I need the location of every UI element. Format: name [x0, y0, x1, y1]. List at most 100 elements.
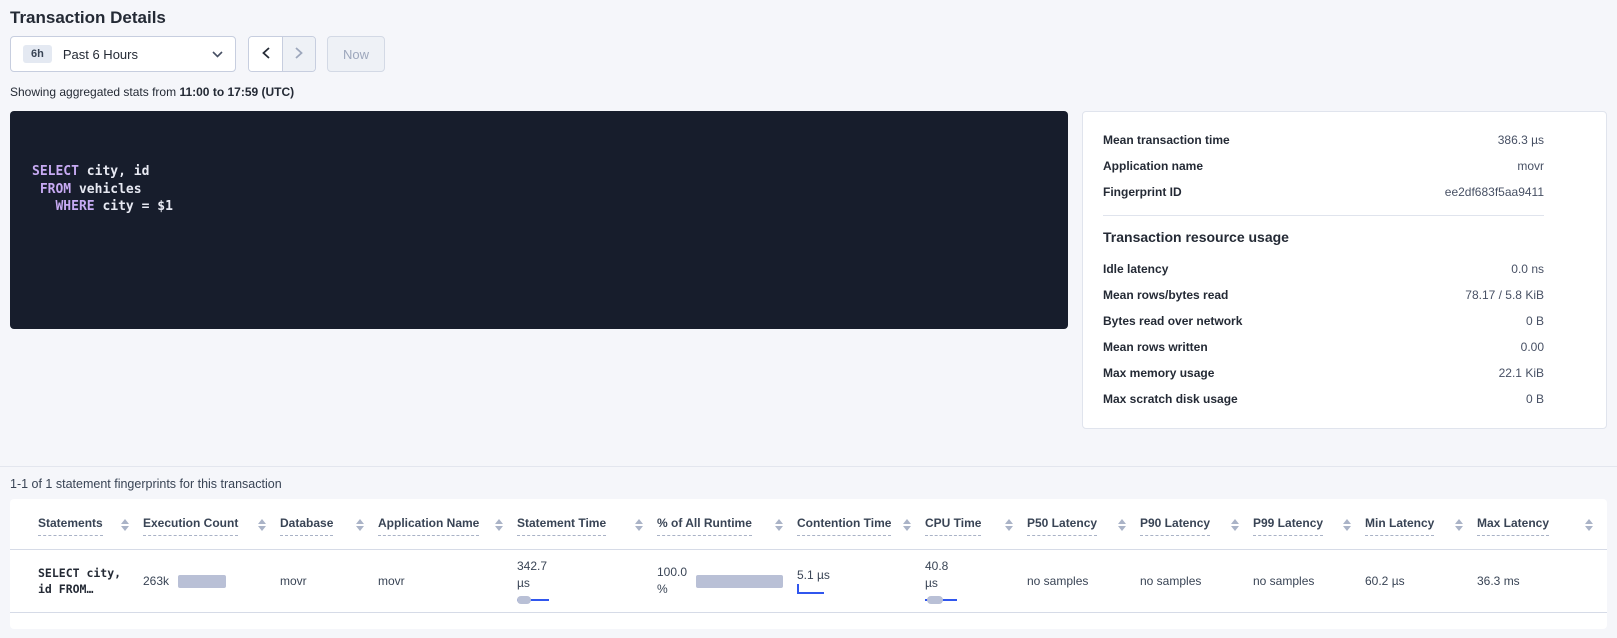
- fingerprints-caption: 1-1 of 1 statement fingerprints for this…: [10, 477, 1607, 491]
- summary-row-label: Max scratch disk usage: [1103, 392, 1238, 406]
- sort-icon[interactable]: [1343, 519, 1351, 531]
- column-header-p99-latency[interactable]: P99 Latency: [1253, 499, 1365, 550]
- summary-row: Idle latency 0.0 ns: [1083, 256, 1606, 282]
- column-header-statement-time[interactable]: Statement Time: [517, 499, 657, 550]
- pct-runtime-unit: %: [657, 581, 687, 598]
- prev-time-button[interactable]: [249, 37, 282, 71]
- statement-time-unit: µs: [517, 575, 643, 592]
- cell-cpu-time: 40.8 µs: [925, 550, 1027, 613]
- sql-code: SELECT city, id FROM vehicles WHERE city…: [32, 163, 1046, 216]
- summary-row-label: Mean rows written: [1103, 340, 1208, 354]
- summary-row-value: 386.3 µs: [1498, 133, 1544, 147]
- column-header-contention-time[interactable]: Contention Time: [797, 499, 925, 550]
- summary-row-label: Fingerprint ID: [1103, 185, 1182, 199]
- statements-table-card: StatementsExecution Count Database Applica…: [10, 499, 1607, 629]
- summary-row-label: Mean transaction time: [1103, 133, 1230, 147]
- sort-icon[interactable]: [635, 519, 643, 531]
- statement-line1: SELECT city,: [38, 565, 129, 581]
- sort-icon[interactable]: [121, 519, 129, 531]
- stats-caption-range: 11:00 to 17:59 (UTC): [179, 85, 294, 99]
- sort-icon[interactable]: [1118, 519, 1126, 531]
- column-header-application-name[interactable]: Application Name: [378, 499, 517, 550]
- column-header-database[interactable]: Database: [280, 499, 378, 550]
- pct-runtime-value: 100.0: [657, 564, 687, 581]
- summary-row-label: Mean rows/bytes read: [1103, 288, 1228, 302]
- cell-statements[interactable]: SELECT city, id FROM…: [10, 550, 143, 613]
- execution-count-bar: [178, 575, 226, 588]
- summary-row-value: ee2df683f5aa9411: [1445, 185, 1544, 199]
- sort-icon[interactable]: [258, 519, 266, 531]
- column-header-max-latency[interactable]: Max Latency: [1477, 499, 1607, 550]
- cell-statement-time: 342.7 µs: [517, 550, 657, 613]
- column-header-p90-latency[interactable]: P90 Latency: [1140, 499, 1253, 550]
- column-header-label: Contention Time: [797, 516, 891, 536]
- aggregated-stats-caption: Showing aggregated stats from 11:00 to 1…: [10, 85, 1607, 99]
- cpu-time-unit: µs: [925, 575, 1013, 592]
- statement-line2: id FROM…: [38, 581, 129, 597]
- cell-execution-count: 263k: [143, 550, 280, 613]
- summary-row: Mean rows/bytes read 78.17 / 5.8 KiB: [1083, 282, 1606, 308]
- column-header-label: Statement Time: [517, 516, 606, 536]
- resource-rows: Idle latency 0.0 ns Mean rows/bytes read 78…: [1083, 256, 1606, 412]
- summary-row-label: Idle latency: [1103, 262, 1168, 276]
- time-range-badge: 6h: [23, 45, 52, 63]
- summary-row-value: 0 B: [1526, 314, 1544, 328]
- column-header-label: P50 Latency: [1027, 516, 1097, 536]
- contention-time-bar: [797, 585, 824, 595]
- summary-row-label: Max memory usage: [1103, 366, 1214, 380]
- statements-table-header-row: StatementsExecution Count Database Applica…: [10, 499, 1607, 550]
- transaction-details-card: Mean transaction time 386.3 µs Application…: [1082, 111, 1607, 429]
- cell-contention-time: 5.1 µs: [797, 550, 925, 613]
- sort-icon[interactable]: [775, 519, 783, 531]
- next-time-button[interactable]: [282, 37, 315, 71]
- summary-row-value: 22.1 KiB: [1499, 366, 1544, 380]
- column-header-execution-count[interactable]: Execution Count: [143, 499, 280, 550]
- column-header-label: Database: [280, 516, 333, 536]
- cpu-time-value: 40.8: [925, 558, 1013, 575]
- column-header-label: Application Name: [378, 516, 479, 536]
- cell-application-name: movr: [378, 550, 517, 613]
- summary-row-label: Application name: [1103, 159, 1203, 173]
- column-header-label: P99 Latency: [1253, 516, 1323, 536]
- summary-row: Application name movr: [1083, 153, 1606, 179]
- main-content: SELECT city, id FROM vehicles WHERE city…: [10, 111, 1607, 429]
- cell-p50-latency: no samples: [1027, 550, 1140, 613]
- cell-pct-of-all-runtime: 100.0 %: [657, 550, 797, 613]
- column-header-label: Execution Count: [143, 516, 238, 536]
- statements-table: StatementsExecution Count Database Applica…: [10, 499, 1607, 613]
- column-header-p50-latency[interactable]: P50 Latency: [1027, 499, 1140, 550]
- cell-min-latency: 60.2 µs: [1365, 550, 1477, 613]
- statement-time-value: 342.7: [517, 558, 643, 575]
- summary-row-label: Bytes read over network: [1103, 314, 1242, 328]
- summary-row-value: 0 B: [1526, 392, 1544, 406]
- time-range-dropdown[interactable]: 6h Past 6 Hours: [10, 36, 236, 72]
- column-header-of-all-runtime[interactable]: % of All Runtime: [657, 499, 797, 550]
- sort-icon[interactable]: [1455, 519, 1463, 531]
- sort-icon[interactable]: [356, 519, 364, 531]
- execution-count-value: 263k: [143, 574, 169, 588]
- summary-row-value: movr: [1517, 159, 1544, 173]
- stats-caption-prefix: Showing aggregated stats from: [10, 85, 176, 99]
- cell-max-latency: 36.3 ms: [1477, 550, 1607, 613]
- chevron-right-icon: [295, 47, 303, 62]
- page-title: Transaction Details: [10, 8, 1607, 28]
- sort-icon[interactable]: [1005, 519, 1013, 531]
- column-header-cpu-time[interactable]: CPU Time: [925, 499, 1027, 550]
- sort-icon[interactable]: [1231, 519, 1239, 531]
- summary-row-value: 0.0 ns: [1511, 262, 1544, 276]
- sort-icon[interactable]: [1585, 519, 1593, 531]
- summary-row-value: 78.17 / 5.8 KiB: [1465, 288, 1544, 302]
- sort-icon[interactable]: [903, 519, 911, 531]
- column-header-min-latency[interactable]: Min Latency: [1365, 499, 1477, 550]
- resource-usage-heading: Transaction resource usage: [1083, 224, 1606, 256]
- sort-icon[interactable]: [495, 519, 503, 531]
- table-row: SELECT city, id FROM… 263k movr movr: [10, 550, 1607, 613]
- cell-database: movr: [280, 550, 378, 613]
- column-header-statements[interactable]: Statements: [10, 499, 143, 550]
- now-button[interactable]: Now: [327, 36, 385, 72]
- summary-row: Max memory usage 22.1 KiB: [1083, 360, 1606, 386]
- chevron-down-icon: [212, 45, 223, 63]
- summary-row: Mean rows written0.00: [1083, 334, 1606, 360]
- time-nav-group: [248, 36, 316, 72]
- column-header-label: P90 Latency: [1140, 516, 1210, 536]
